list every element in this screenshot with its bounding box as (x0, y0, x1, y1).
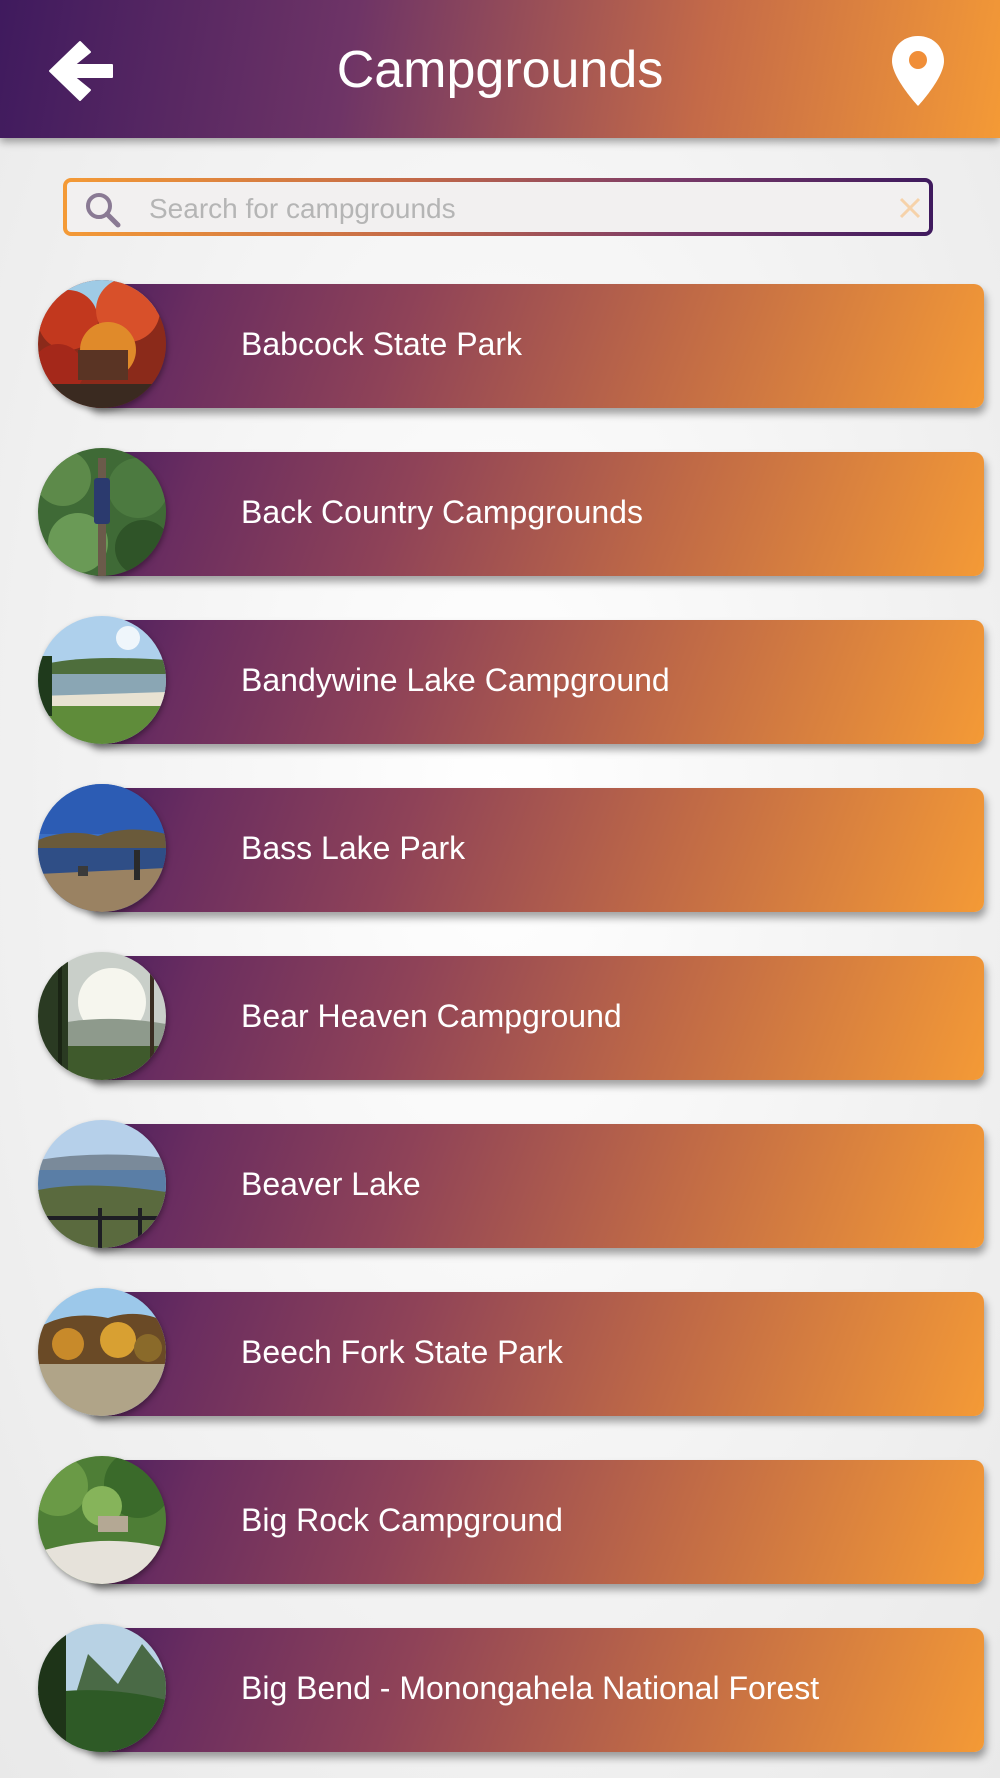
map-button[interactable] (888, 34, 948, 108)
campground-thumbnail (38, 1120, 166, 1248)
list-item-bar[interactable] (88, 788, 984, 912)
campground-thumbnail (38, 616, 166, 744)
search-bar[interactable] (63, 178, 933, 236)
list-item[interactable]: Big Rock Campground (38, 1456, 984, 1584)
list-item[interactable]: Bass Lake Park (38, 784, 984, 912)
list-item[interactable]: Beaver Lake (38, 1120, 984, 1248)
app-header: Campgrounds (0, 0, 1000, 138)
list-item-label: Beaver Lake (241, 1166, 421, 1202)
campground-thumbnail (38, 280, 166, 408)
list-item-label: Big Bend - Monongahela National Forest (241, 1670, 820, 1706)
campground-thumbnail (38, 1456, 166, 1584)
list-item[interactable]: Babcock State Park (38, 280, 984, 408)
list-item-label: Babcock State Park (241, 326, 523, 362)
list-item[interactable]: Bandywine Lake Campground (38, 616, 984, 744)
map-pin-icon (892, 36, 944, 106)
close-icon[interactable] (897, 195, 923, 221)
list-item-label: Back Country Campgrounds (241, 494, 643, 530)
campground-thumbnail (38, 1624, 166, 1752)
list-item-label: Beech Fork State Park (241, 1334, 563, 1370)
list-item-label: Big Rock Campground (241, 1502, 563, 1538)
list-item-label: Bear Heaven Campground (241, 998, 622, 1034)
list-item-bar[interactable] (88, 284, 984, 408)
list-item-label: Bass Lake Park (241, 830, 466, 866)
campground-thumbnail (38, 1288, 166, 1416)
list-item[interactable]: Back Country Campgrounds (38, 448, 984, 576)
list-item[interactable]: Bear Heaven Campground (38, 952, 984, 1080)
list-item[interactable]: Big Bend - Monongahela National Forest (38, 1624, 984, 1752)
list-item-bar[interactable] (88, 1124, 984, 1248)
campground-thumbnail (38, 448, 166, 576)
campground-thumbnail (38, 784, 166, 912)
search-icon (86, 193, 121, 228)
page-title: Campgrounds (336, 41, 664, 99)
list-item[interactable]: Beech Fork State Park (38, 1288, 984, 1416)
search-input[interactable] (147, 188, 851, 230)
campground-thumbnail (38, 952, 166, 1080)
list-item-label: Bandywine Lake Campground (241, 662, 670, 698)
